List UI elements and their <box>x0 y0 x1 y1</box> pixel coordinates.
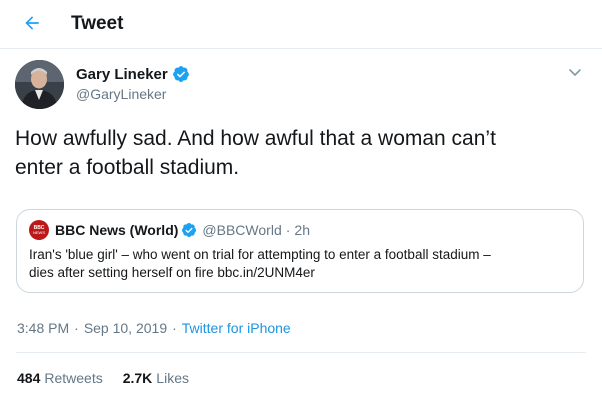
author-block: Gary Lineker @GaryLineker <box>76 65 190 102</box>
tweet-source-link[interactable]: Twitter for iPhone <box>182 320 291 336</box>
tweet-text-line: enter a football stadium. <box>15 156 240 179</box>
chevron-down-icon[interactable] <box>566 66 584 80</box>
retweets-count: 484 <box>17 370 41 386</box>
quoted-text-line: Iran's 'blue girl' – who went on trial f… <box>29 247 491 262</box>
retweets-stat[interactable]: 484 Retweets <box>17 370 103 386</box>
author-avatar[interactable] <box>15 60 64 109</box>
quoted-author-name: BBC News (World) <box>55 222 179 238</box>
separator-dot: · <box>285 222 291 238</box>
likes-stat[interactable]: 2.7K Likes <box>123 370 189 386</box>
user-avatar <box>15 60 64 109</box>
quoted-tweet-text: Iran's 'blue girl' – who went on trial f… <box>29 246 574 282</box>
tweet-text: How awfully sad. And how awful that a wo… <box>15 124 585 182</box>
tweet-time[interactable]: 3:48 PM <box>17 320 69 336</box>
back-arrow-icon <box>25 16 39 30</box>
author-handle[interactable]: @GaryLineker <box>76 86 190 102</box>
tweet-meta: 3:48 PM · Sep 10, 2019 · Twitter for iPh… <box>17 320 291 336</box>
quoted-tweet[interactable]: BBC NEWS BBC News (World) @BBCWorld · 2h… <box>16 209 584 293</box>
separator-dot: · <box>172 320 177 336</box>
bbc-news-logo-icon: BBC NEWS <box>29 220 49 240</box>
likes-count: 2.7K <box>122 370 153 386</box>
tweet-date[interactable]: Sep 10, 2019 <box>84 320 167 336</box>
quoted-tweet-header: BBC NEWS BBC News (World) @BBCWorld · 2h <box>29 220 310 240</box>
top-bar: Tweet <box>0 0 602 49</box>
quoted-text-line: dies after setting herself on fire bbc.i… <box>29 265 315 280</box>
likes-label: Likes <box>156 370 189 386</box>
quoted-author-handle: @BBCWorld <box>202 222 282 238</box>
separator-dot: · <box>74 320 79 336</box>
page-title: Tweet <box>71 13 124 34</box>
verified-badge-icon <box>182 223 197 237</box>
back-button[interactable] <box>20 11 44 35</box>
verified-badge-icon <box>172 66 189 82</box>
divider <box>16 352 586 353</box>
quoted-timestamp: 2h <box>294 222 310 238</box>
logo-text-bottom: NEWS <box>33 229 45 235</box>
author-name[interactable]: Gary Lineker <box>76 66 168 83</box>
retweets-label: Retweets <box>44 370 103 386</box>
tweet-stats: 484 Retweets 2.7K Likes <box>17 370 189 386</box>
tweet-text-line: How awfully sad. And how awful that a wo… <box>15 127 496 150</box>
